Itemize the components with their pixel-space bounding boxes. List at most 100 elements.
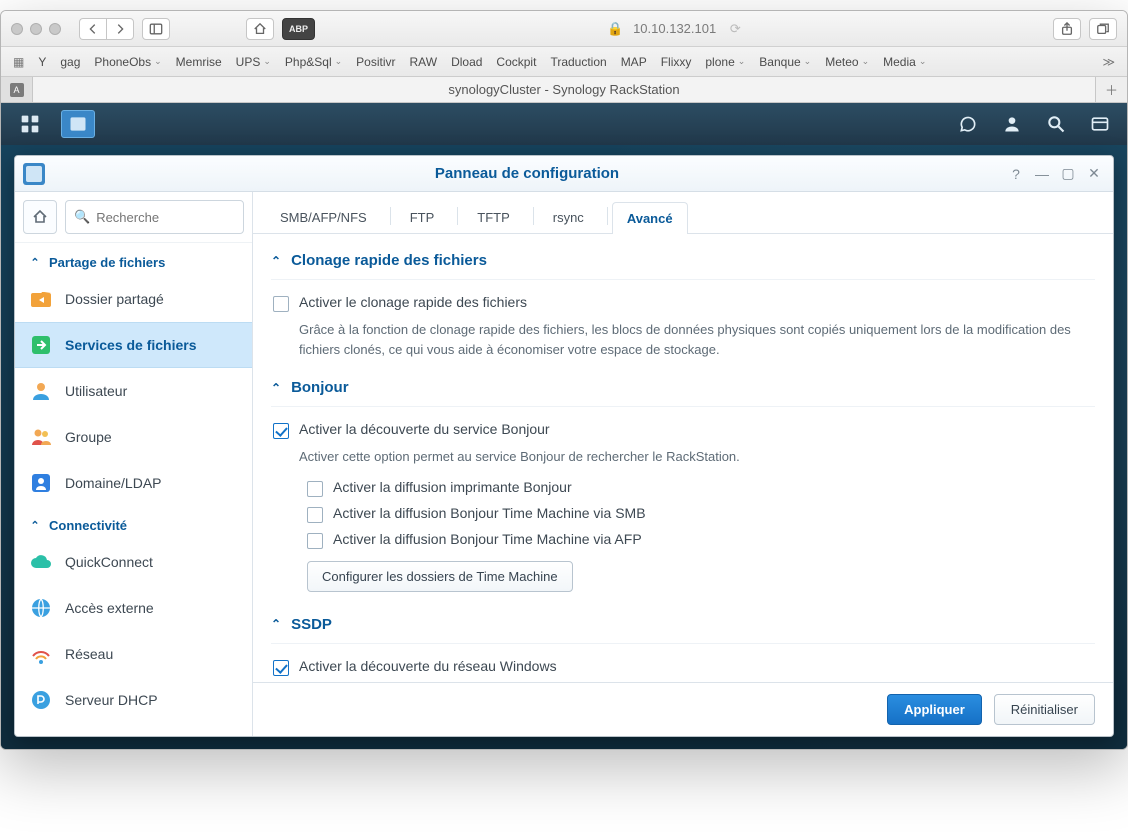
section-label: Partage de fichiers <box>49 255 165 270</box>
reload-icon[interactable]: ⟳ <box>730 21 741 36</box>
sidebar-item-quickconnect[interactable]: QuickConnect <box>15 539 252 585</box>
row-enable-fast-clone: Activer le clonage rapide des fichiers <box>271 290 1095 316</box>
bookmark-item[interactable]: gag <box>60 55 80 69</box>
bookmark-item[interactable]: PhoneObs⌄ <box>94 55 161 69</box>
reset-button[interactable]: Réinitialiser <box>994 694 1095 725</box>
tab-ftp[interactable]: FTP <box>395 201 450 233</box>
checkbox-bonjour-tm-afp[interactable] <box>307 533 323 549</box>
minimize-dot[interactable] <box>30 23 42 35</box>
minimize-icon[interactable]: — <box>1031 166 1053 182</box>
bookmark-item[interactable]: Media⌄ <box>883 55 926 69</box>
bookmark-item[interactable]: UPS⌄ <box>236 55 271 69</box>
section-title: Clonage rapide des fichiers <box>291 252 487 269</box>
dsm-main-menu-icon[interactable] <box>13 110 47 138</box>
tab-tftp[interactable]: TFTP <box>462 201 525 233</box>
tab-advanced[interactable]: Avancé <box>612 202 688 234</box>
sidebar-item-file-services[interactable]: Services de fichiers <box>15 322 252 368</box>
bookmarks-overflow[interactable]: ≫ <box>1102 55 1115 69</box>
dsm-search-icon[interactable] <box>1041 114 1071 134</box>
maximize-icon[interactable]: ▢ <box>1057 165 1079 182</box>
macos-window: ABP 🔒 10.10.132.101 ⟳ ▦ Ygag PhoneObs⌄ Mem… <box>0 10 1128 750</box>
checkbox-enable-bonjour[interactable] <box>273 423 289 439</box>
apply-button[interactable]: Appliquer <box>887 694 982 725</box>
tabs-button[interactable] <box>1089 18 1117 40</box>
bookmark-item[interactable]: plone⌄ <box>705 55 745 69</box>
hint-text: Activer cette option permet au service B… <box>271 443 1095 475</box>
close-dot[interactable] <box>11 23 23 35</box>
apps-grid-icon[interactable]: ▦ <box>13 55 24 69</box>
dsm-body: Panneau de configuration ? — ▢ ✕ 🔍 <box>1 145 1127 749</box>
sidebar-home-button[interactable] <box>23 200 57 234</box>
bookmark-item[interactable]: Dload <box>451 55 482 69</box>
chevron-down-icon: ⌄ <box>919 56 927 67</box>
checkbox-bonjour-tm-smb[interactable] <box>307 507 323 523</box>
sidebar-item-dhcp-server[interactable]: Serveur DHCP <box>15 677 252 723</box>
dsm-user-icon[interactable] <box>997 114 1027 134</box>
sidebar-item-group[interactable]: Groupe <box>15 414 252 460</box>
tab-rsync[interactable]: rsync <box>538 201 599 233</box>
sidebar-item-label: Serveur DHCP <box>65 692 158 708</box>
sidebar-item-label: Utilisateur <box>65 383 127 399</box>
sidebar-item-external-access[interactable]: Accès externe <box>15 585 252 631</box>
titlebar: ABP 🔒 10.10.132.101 ⟳ <box>1 11 1127 47</box>
section-title: SSDP <box>291 616 332 633</box>
close-icon[interactable]: ✕ <box>1083 165 1105 182</box>
section-connectivity[interactable]: ⌃Connectivité <box>15 506 252 539</box>
row-enable-bonjour: Activer la découverte du service Bonjour <box>271 417 1095 443</box>
sidebar-item-user[interactable]: Utilisateur <box>15 368 252 414</box>
control-panel-titlebar: Panneau de configuration ? — ▢ ✕ <box>15 156 1113 192</box>
dsm-widgets-icon[interactable] <box>1085 114 1115 134</box>
search-input[interactable] <box>96 210 235 225</box>
bookmark-item[interactable]: Cockpit <box>496 55 536 69</box>
row-bonjour-tm-smb: Activer la diffusion Bonjour Time Machin… <box>271 501 1095 527</box>
tab-smb-afp-nfs[interactable]: SMB/AFP/NFS <box>265 201 382 233</box>
dsm-notifications-icon[interactable] <box>953 114 983 134</box>
control-panel-footer: Appliquer Réinitialiser <box>253 682 1113 736</box>
checkbox-enable-fast-clone[interactable] <box>273 296 289 312</box>
bookmark-item[interactable]: Banque⌄ <box>759 55 811 69</box>
row-bonjour-tm-afp: Activer la diffusion Bonjour Time Machin… <box>271 527 1095 553</box>
control-panel-icon <box>23 163 45 185</box>
bookmark-item[interactable]: Positivr <box>356 55 395 69</box>
forward-button[interactable] <box>106 18 134 40</box>
browser-tab[interactable]: synologyCluster - Synology RackStation <box>33 77 1095 102</box>
section-file-sharing[interactable]: ⌃Partage de fichiers <box>15 243 252 276</box>
bookmark-item[interactable]: Flixxy <box>661 55 692 69</box>
sidebar-item-shared-folder[interactable]: Dossier partagé <box>15 276 252 322</box>
bookmark-item[interactable]: Php&Sql⌄ <box>285 55 342 69</box>
sidebar-item-domain-ldap[interactable]: Domaine/LDAP <box>15 460 252 506</box>
back-button[interactable] <box>79 18 106 40</box>
bookmark-item[interactable]: MAP <box>621 55 647 69</box>
bookmark-item[interactable]: Memrise <box>176 55 222 69</box>
zoom-dot[interactable] <box>49 23 61 35</box>
checkbox-label: Activer la diffusion imprimante Bonjour <box>333 479 572 495</box>
lock-icon: 🔒 <box>607 21 623 36</box>
checkbox-enable-ssdp[interactable] <box>273 660 289 676</box>
pinned-tab[interactable]: A <box>1 77 33 102</box>
section-bonjour[interactable]: ⌃Bonjour <box>271 373 1095 407</box>
bookmark-item[interactable]: Meteo⌄ <box>825 55 869 69</box>
bookmark-item[interactable]: RAW <box>410 55 438 69</box>
checkbox-bonjour-printer[interactable] <box>307 481 323 497</box>
sidebar-item-network[interactable]: Réseau <box>15 631 252 677</box>
search-icon: 🔍 <box>74 209 90 225</box>
configure-time-machine-button[interactable]: Configurer les dossiers de Time Machine <box>307 561 573 592</box>
sidebar-search[interactable]: 🔍 <box>65 200 244 234</box>
chevron-up-icon: ⌃ <box>271 617 281 631</box>
checkbox-label: Activer la découverte du service Bonjour <box>299 421 550 437</box>
section-ssdp[interactable]: ⌃ SSDP <box>271 610 1095 644</box>
dsm-app-control-panel-icon[interactable] <box>61 110 95 138</box>
sidebar-item-label: QuickConnect <box>65 554 153 570</box>
sidebar-item-label: Dossier partagé <box>65 291 164 307</box>
help-icon[interactable]: ? <box>1005 166 1027 182</box>
sidebar-toggle-button[interactable] <box>142 18 170 40</box>
home-button[interactable] <box>246 18 274 40</box>
new-tab-button[interactable]: ＋ <box>1095 77 1127 102</box>
share-button[interactable] <box>1053 18 1081 40</box>
bookmark-item[interactable]: Traduction <box>550 55 606 69</box>
hint-text: Grâce à la fonction de clonage rapide de… <box>271 316 1095 373</box>
bookmark-item[interactable]: Y <box>38 55 46 69</box>
adblock-icon[interactable]: ABP <box>282 18 315 40</box>
section-fast-clone[interactable]: ⌃Clonage rapide des fichiers <box>271 246 1095 280</box>
url-bar[interactable]: 🔒 10.10.132.101 ⟳ <box>483 21 865 37</box>
